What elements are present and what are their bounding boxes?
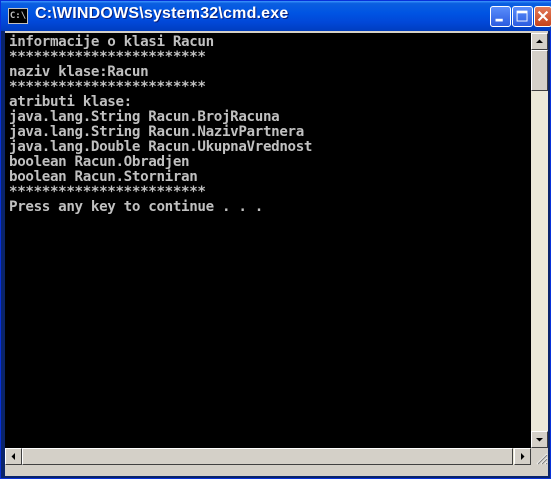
console-output[interactable]: informacije o klasi Racun **************…	[5, 33, 531, 448]
vertical-scroll-thumb[interactable]	[531, 50, 548, 91]
scroll-down-button[interactable]	[531, 431, 548, 448]
console-line: java.lang.String Racun.BrojRacuna	[9, 109, 280, 125]
title-bar[interactable]: C:\ C:\WINDOWS\system32\cmd.exe	[1, 1, 551, 31]
maximize-button[interactable]	[512, 6, 533, 27]
console-line: java.lang.String Racun.NazivPartnera	[9, 124, 304, 140]
console-line: boolean Racun.Storniran	[9, 169, 198, 185]
arrow-right-icon	[521, 453, 525, 460]
console-line: naziv klase:Racun	[9, 64, 149, 80]
scroll-left-button[interactable]	[5, 448, 22, 465]
arrow-down-icon	[536, 438, 543, 442]
cmd-icon[interactable]: C:\	[8, 8, 28, 24]
minimize-icon	[495, 18, 503, 22]
horizontal-scroll-thumb[interactable]	[22, 448, 513, 465]
console-line: atributi klase:	[9, 94, 132, 110]
maximize-icon	[516, 10, 528, 22]
cmd-window: C:\ C:\WINDOWS\system32\cmd.exe informac…	[0, 0, 551, 479]
close-icon	[537, 10, 549, 22]
console-line: ************************	[9, 49, 206, 65]
arrow-up-icon	[536, 39, 543, 43]
close-button[interactable]	[534, 6, 551, 27]
horizontal-scrollbar[interactable]	[5, 448, 531, 465]
scroll-right-button[interactable]	[514, 448, 531, 465]
arrow-left-icon	[11, 453, 15, 460]
console-line: ************************	[9, 184, 206, 200]
console-line: boolean Racun.Obradjen	[9, 154, 190, 170]
scroll-up-button[interactable]	[531, 33, 548, 50]
console-line: java.lang.Double Racun.UkupnaVrednost	[9, 139, 313, 155]
console-client-area: informacije o klasi Racun **************…	[5, 31, 548, 476]
window-title: C:\WINDOWS\system32\cmd.exe	[35, 5, 289, 22]
console-line: informacije o klasi Racun	[9, 34, 214, 50]
console-line: Press any key to continue . . .	[9, 199, 263, 215]
minimize-button[interactable]	[490, 6, 511, 27]
resize-grip-icon	[536, 453, 548, 465]
console-line: ************************	[9, 79, 206, 95]
vertical-scrollbar[interactable]	[531, 33, 548, 448]
resize-grip[interactable]	[531, 448, 548, 465]
